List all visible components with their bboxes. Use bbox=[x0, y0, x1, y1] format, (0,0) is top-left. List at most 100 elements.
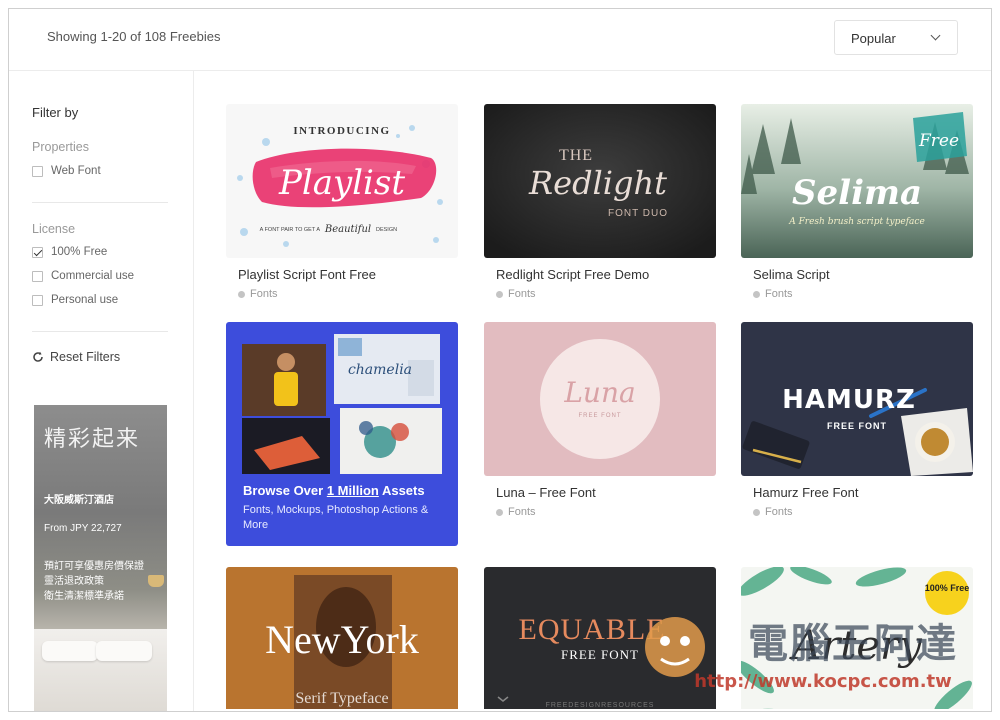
artwork-text: DESIGN bbox=[376, 227, 397, 233]
artery-artwork: 100% Free Artery bbox=[741, 567, 973, 711]
checkbox-web-font[interactable] bbox=[32, 165, 43, 177]
freebie-card-playlist[interactable]: INTRODUCING Playlist A FONT PAIR TO GET … bbox=[226, 104, 458, 300]
hamurz-artwork: HAMURZ FREE FONT bbox=[741, 322, 973, 476]
luna-artwork: Luna FREE FONT bbox=[484, 322, 716, 476]
ad-line: 預訂可享優惠房價保證 bbox=[44, 561, 144, 572]
freebie-card-newyork[interactable]: NewYork Serif Typeface bbox=[226, 567, 458, 711]
card-thumbnail[interactable]: THE Redlight FONT DUO bbox=[484, 104, 716, 258]
card-category[interactable]: Fonts bbox=[753, 506, 793, 518]
artwork-text: Luna bbox=[563, 376, 635, 409]
artwork-text: Artery bbox=[788, 623, 923, 669]
card-category[interactable]: Fonts bbox=[496, 288, 536, 300]
category-dot-icon bbox=[753, 290, 760, 298]
pillow-image bbox=[42, 641, 98, 661]
promo-banner[interactable]: chamelia Browse Over 1 Million Assets Fo… bbox=[226, 322, 458, 546]
card-thumbnail[interactable]: EQUABLE FREE FONT FREEDESIGNRESOURCES bbox=[484, 567, 716, 711]
promo-heading[interactable]: Browse Over 1 Million Assets bbox=[243, 483, 425, 498]
reset-filters-button[interactable]: Reset Filters bbox=[32, 350, 120, 364]
artwork-text: FONT DUO bbox=[608, 208, 668, 219]
artwork-text: HAMURZ bbox=[782, 385, 916, 415]
category-dot-icon bbox=[753, 508, 760, 516]
card-category-label: Fonts bbox=[250, 288, 278, 300]
filter-option-personal-use[interactable]: Personal use bbox=[32, 292, 118, 308]
divider bbox=[32, 202, 168, 203]
filter-option-label: Commercial use bbox=[51, 270, 135, 282]
divider bbox=[32, 331, 168, 332]
playlist-artwork: INTRODUCING Playlist A FONT PAIR TO GET … bbox=[226, 104, 458, 258]
artwork-text: FREEDESIGNRESOURCES bbox=[546, 702, 655, 709]
promo-heading-link[interactable]: 1 Million bbox=[327, 483, 379, 498]
card-title[interactable]: Hamurz Free Font bbox=[753, 485, 858, 500]
freebie-card-redlight[interactable]: THE Redlight FONT DUO Redlight Script Fr… bbox=[484, 104, 716, 300]
card-thumbnail[interactable]: 100% Free Artery bbox=[741, 567, 973, 711]
freebie-card-artery[interactable]: 100% Free Artery bbox=[741, 567, 973, 711]
freebie-card-luna[interactable]: Luna FREE FONT Luna – Free Font Fonts bbox=[484, 322, 716, 518]
promo-subtext: Fonts, Mockups, Photoshop Actions & More bbox=[243, 504, 429, 531]
card-thumbnail[interactable]: NewYork Serif Typeface bbox=[226, 567, 458, 711]
artwork-text: THE bbox=[559, 147, 593, 164]
card-thumbnail[interactable]: Luna FREE FONT bbox=[484, 322, 716, 476]
equable-artwork: EQUABLE FREE FONT FREEDESIGNRESOURCES bbox=[484, 567, 716, 711]
card-title[interactable]: Luna – Free Font bbox=[496, 485, 596, 500]
ad-hotel-name: 大阪威斯汀酒店 bbox=[44, 495, 114, 506]
ad-line: 衛生清潔標準承諾 bbox=[44, 591, 124, 602]
artwork-text: Beautiful bbox=[324, 224, 371, 235]
sort-dropdown[interactable]: Popular bbox=[834, 20, 958, 55]
filter-option-commercial-use[interactable]: Commercial use bbox=[32, 268, 134, 284]
freebie-card-selima[interactable]: Free Selima A Fresh brush script typefac… bbox=[741, 104, 973, 300]
freebie-card-equable[interactable]: EQUABLE FREE FONT FREEDESIGNRESOURCES bbox=[484, 567, 716, 711]
promo-collage: chamelia bbox=[242, 334, 442, 474]
card-category[interactable]: Fonts bbox=[753, 288, 793, 300]
card-title[interactable]: Selima Script bbox=[753, 267, 830, 282]
artwork-text: FREE FONT bbox=[827, 421, 887, 431]
artwork-text: Playlist bbox=[278, 163, 405, 203]
viewport-bottom-edge bbox=[203, 709, 991, 711]
category-dot-icon bbox=[238, 290, 245, 298]
artwork-text: A Fresh brush script typeface bbox=[788, 217, 925, 227]
filter-option-label: Web Font bbox=[51, 165, 101, 177]
lamp-image bbox=[148, 575, 164, 587]
checkbox-100-free[interactable] bbox=[32, 246, 43, 258]
card-category[interactable]: Fonts bbox=[238, 288, 278, 300]
artwork-text: NewYork bbox=[265, 617, 419, 662]
freebie-card-hamurz[interactable]: HAMURZ FREE FONT Hamurz Free Font Fonts bbox=[741, 322, 973, 518]
filter-group-properties: Properties bbox=[32, 140, 89, 154]
card-title[interactable]: Redlight Script Free Demo bbox=[496, 267, 649, 282]
checkbox-personal-use[interactable] bbox=[32, 294, 43, 306]
pillow-image bbox=[96, 641, 152, 661]
artwork-text: A FONT PAIR TO GET A bbox=[260, 227, 321, 233]
newyork-artwork: NewYork Serif Typeface bbox=[226, 567, 458, 711]
filter-option-label: Personal use bbox=[51, 294, 119, 306]
promo-collage-label: chamelia bbox=[348, 362, 412, 378]
filter-option-100-free[interactable]: 100% Free bbox=[32, 244, 107, 260]
artwork-text: Free bbox=[918, 131, 959, 151]
filter-sidebar: Filter by Properties Web Font License 10… bbox=[9, 71, 194, 711]
artwork-text: EQUABLE bbox=[519, 613, 666, 646]
card-category[interactable]: Fonts bbox=[496, 506, 536, 518]
artwork-text: FREE FONT bbox=[579, 413, 622, 419]
result-count: Showing 1-20 of 108 Freebies bbox=[47, 29, 221, 44]
ad-price: From JPY 22,727 bbox=[44, 523, 122, 534]
reset-filters-label: Reset Filters bbox=[50, 350, 121, 364]
card-thumbnail[interactable]: HAMURZ FREE FONT bbox=[741, 322, 973, 476]
artwork-text: Selima bbox=[792, 173, 922, 213]
filter-group-license: License bbox=[32, 222, 76, 236]
filter-option-web-font[interactable]: Web Font bbox=[32, 163, 101, 179]
selima-artwork: Free Selima A Fresh brush script typefac… bbox=[741, 104, 973, 258]
card-thumbnail[interactable]: INTRODUCING Playlist A FONT PAIR TO GET … bbox=[226, 104, 458, 258]
chevron-down-icon bbox=[930, 30, 941, 41]
promo-heading-text: Assets bbox=[378, 483, 425, 498]
card-title[interactable]: Playlist Script Font Free bbox=[238, 267, 376, 282]
redlight-artwork: THE Redlight FONT DUO bbox=[484, 104, 716, 258]
filter-heading: Filter by bbox=[32, 105, 79, 120]
card-category-label: Fonts bbox=[765, 506, 793, 518]
ad-line: 靈活退改政策 bbox=[44, 576, 104, 587]
artwork-text: 100% Free bbox=[925, 583, 970, 593]
checkbox-commercial-use[interactable] bbox=[32, 270, 43, 282]
hotel-advertisement[interactable]: 精彩起来 大阪威斯汀酒店 From JPY 22,727 預訂可享優惠房價保證 … bbox=[34, 405, 167, 711]
results-toolbar: Showing 1-20 of 108 Freebies Popular bbox=[9, 9, 991, 71]
sort-selected-value: Popular bbox=[851, 31, 896, 46]
card-category-label: Fonts bbox=[508, 506, 536, 518]
filter-option-label: 100% Free bbox=[51, 246, 108, 258]
card-thumbnail[interactable]: Free Selima A Fresh brush script typefac… bbox=[741, 104, 973, 258]
